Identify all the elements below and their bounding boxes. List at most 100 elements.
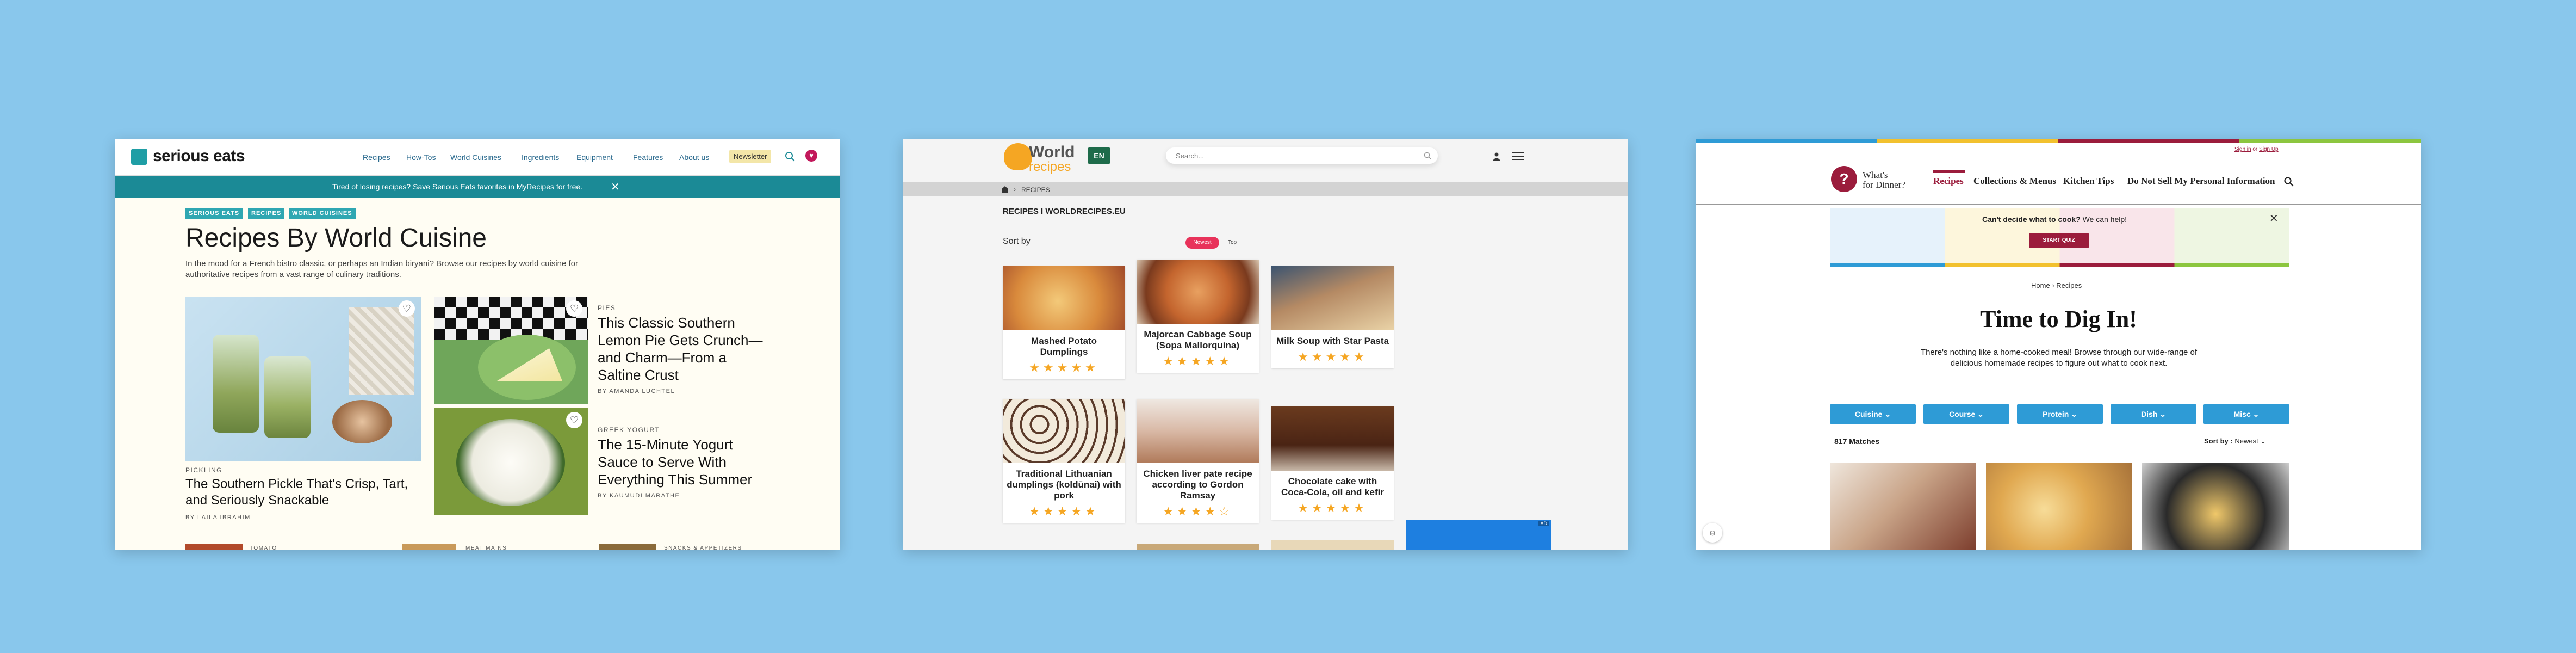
article-title[interactable]: This Classic Southern Lemon Pie Gets Cru… (598, 314, 772, 384)
recipe-image[interactable] (1003, 266, 1125, 330)
breadcrumb-recipes[interactable]: RECIPES (1021, 186, 1050, 194)
world-recipes-logo-icon[interactable] (1004, 143, 1032, 170)
meat-thumb-image[interactable] (402, 544, 456, 550)
article-byline: BY AMANDA LUCHTEL (598, 388, 675, 395)
nav-about-us[interactable]: About us (679, 153, 709, 162)
recipe-card[interactable]: Traditional Lithuanian dumplings (koldūn… (1003, 399, 1125, 523)
bottom-kicker[interactable]: SNACKS & APPETIZERS (664, 545, 742, 550)
close-icon[interactable]: ✕ (611, 180, 620, 194)
logo-text-recipes[interactable]: recipes (1029, 159, 1071, 175)
recipe-name[interactable]: Milk Soup with Star Pasta (1271, 330, 1394, 350)
article-kicker[interactable]: GREEK YOGURT (598, 426, 660, 434)
site-logo[interactable]: serious eats (153, 147, 245, 165)
rating-stars: ★★★★★ (1029, 361, 1099, 374)
promo-banner-link[interactable]: Tired of losing recipes? Save Serious Ea… (332, 182, 582, 191)
nav-kitchen-tips[interactable]: Kitchen Tips (2063, 176, 2114, 187)
filter-cuisine-button[interactable]: Cuisine ⌄ (1830, 404, 1916, 424)
recipe-name[interactable]: Traditional Lithuanian dumplings (koldūn… (1003, 463, 1125, 504)
user-icon[interactable] (1492, 152, 1501, 161)
search-icon[interactable] (1424, 152, 1431, 159)
sort-label: Sort by (1003, 237, 1031, 246)
search-input[interactable] (1166, 147, 1438, 164)
filter-misc-button[interactable]: Misc ⌄ (2203, 404, 2289, 424)
save-heart-icon[interactable]: ♡ (566, 412, 582, 428)
breadcrumb-home[interactable]: Home (2031, 281, 2050, 289)
search-icon[interactable] (2284, 177, 2294, 187)
bottom-kicker[interactable]: TOMATO (250, 545, 277, 550)
sort-top-button[interactable]: Top (1221, 237, 1244, 249)
home-icon[interactable] (1001, 186, 1009, 193)
recipe-name[interactable]: Mashed Potato Dumplings (1003, 330, 1125, 361)
breadcrumb-recipes[interactable]: Recipes (2056, 281, 2082, 289)
ad-label: AD (1538, 521, 1549, 526)
recipe-image[interactable] (1137, 260, 1259, 324)
sign-in-link[interactable]: Sign in (2234, 146, 2251, 152)
recipe-card[interactable] (1137, 544, 1259, 550)
recipe-card[interactable]: Chocolate cake with Coca-Cola, oil and k… (1271, 406, 1394, 520)
search-icon[interactable] (785, 151, 796, 162)
nav-recipes[interactable]: Recipes (363, 153, 390, 162)
nav-world-cuisines[interactable]: World Cuisines (450, 153, 501, 162)
language-selector[interactable]: EN (1088, 147, 1110, 164)
start-quiz-button[interactable]: START QUIZ (2029, 233, 2089, 248)
recipe-image[interactable] (1986, 463, 2132, 550)
whats-for-dinner-screenshot: Sign in or Sign Up ? What's for Dinner? … (1696, 139, 2421, 550)
sort-newest-button[interactable]: Newest (1185, 237, 1219, 249)
favorites-heart-icon[interactable]: ♥ (805, 150, 817, 162)
nav-do-not-sell[interactable]: Do Not Sell My Personal Information (2127, 176, 2275, 187)
recipe-image[interactable] (1271, 266, 1394, 330)
recipe-card[interactable]: Milk Soup with Star Pasta ★★★★★ (1271, 266, 1394, 368)
recipe-card[interactable] (1271, 540, 1394, 550)
recipe-image[interactable] (1271, 406, 1394, 471)
tag-serious-eats[interactable]: SERIOUS EATS (185, 208, 243, 219)
sort-control[interactable]: Sort by : Newest ⌄ (2204, 437, 2266, 446)
save-heart-icon[interactable]: ♡ (566, 300, 582, 317)
serious-eats-logo-icon[interactable] (131, 149, 147, 165)
recipe-image[interactable] (2142, 463, 2289, 550)
site-header: serious eats Recipes How-Tos World Cuisi… (115, 139, 840, 176)
recipe-card[interactable]: Majorcan Cabbage Soup (Sopa Mallorquina)… (1137, 260, 1259, 373)
snacks-thumb-image[interactable] (599, 544, 656, 550)
nav-equipment[interactable]: Equipment (576, 153, 613, 162)
filter-course-button[interactable]: Course ⌄ (1923, 404, 2009, 424)
sort-value[interactable]: Newest (2234, 437, 2258, 445)
bottom-kicker[interactable]: MEAT MAINS (465, 545, 507, 550)
auth-links: Sign in or Sign Up (2234, 146, 2279, 152)
yogurt-sauce-image[interactable] (434, 408, 588, 515)
feature-title[interactable]: The Southern Pickle That's Crisp, Tart, … (185, 476, 421, 509)
hamburger-menu-icon[interactable] (1512, 152, 1524, 161)
close-icon[interactable]: ✕ (2269, 212, 2279, 225)
nav-features[interactable]: Features (633, 153, 663, 162)
recipe-name[interactable]: Chocolate cake with Coca-Cola, oil and k… (1271, 471, 1394, 501)
filter-dish-button[interactable]: Dish ⌄ (2111, 404, 2196, 424)
nav-recipes[interactable]: Recipes (1933, 176, 1964, 187)
recipe-image[interactable] (1830, 463, 1976, 550)
site-header: World recipes EN (903, 139, 1628, 179)
newsletter-button[interactable]: Newsletter (729, 150, 772, 163)
logo-text-world[interactable]: World (1029, 143, 1075, 162)
save-heart-icon[interactable]: ♡ (399, 300, 415, 317)
recipe-name[interactable]: Majorcan Cabbage Soup (Sopa Mallorquina) (1137, 324, 1259, 354)
nav-ingredients[interactable]: Ingredients (522, 153, 559, 162)
lemon-pie-image[interactable] (434, 297, 588, 404)
recipe-card[interactable]: Mashed Potato Dumplings ★★★★★ (1003, 266, 1125, 379)
nav-how-tos[interactable]: How-Tos (406, 153, 436, 162)
sign-up-link[interactable]: Sign Up (2259, 146, 2279, 152)
tag-recipes[interactable]: RECIPES (248, 208, 285, 219)
recipe-name[interactable]: Chicken liver pate recipe according to G… (1137, 463, 1259, 504)
recipe-card[interactable]: Chicken liver pate recipe according to G… (1137, 399, 1259, 523)
recipe-image[interactable] (1003, 399, 1125, 463)
feature-kicker[interactable]: PICKLING (185, 466, 222, 474)
article-title[interactable]: The 15-Minute Yogurt Sauce to Serve With… (598, 436, 772, 488)
tag-world-cuisines[interactable]: WORLD CUISINES (289, 208, 356, 219)
nav-collections-menus[interactable]: Collections & Menus (1973, 176, 2056, 187)
tomato-thumb-image[interactable] (185, 544, 243, 550)
recipe-image[interactable] (1137, 399, 1259, 463)
filter-protein-button[interactable]: Protein ⌄ (2017, 404, 2103, 424)
article-kicker[interactable]: PIES (598, 304, 616, 312)
link-icon[interactable]: ⊖ (1703, 523, 1722, 543)
site-logo[interactable]: What's for Dinner? (1863, 170, 1905, 190)
advertisement-banner[interactable]: AD (1406, 520, 1551, 550)
pickle-jars-image[interactable] (185, 297, 421, 461)
question-mark-logo-icon[interactable]: ? (1831, 166, 1857, 192)
